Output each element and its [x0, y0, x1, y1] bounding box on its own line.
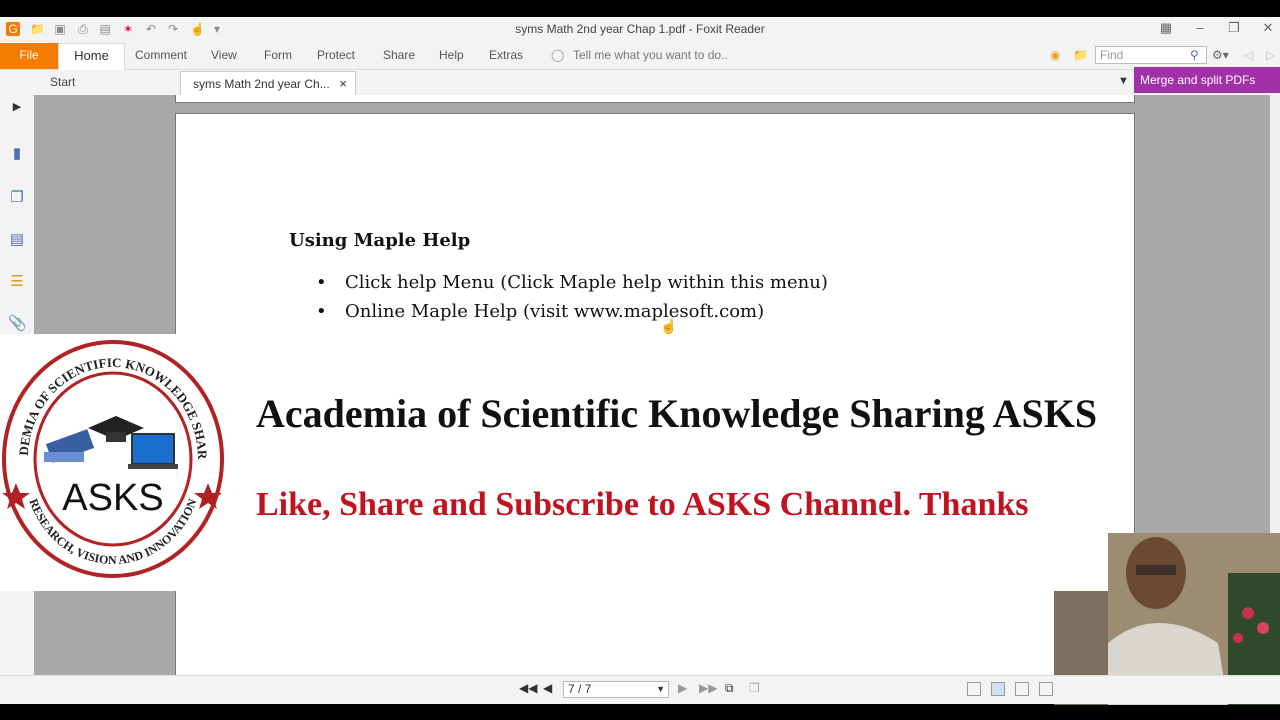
layout-icon[interactable]: ▦: [1157, 20, 1175, 36]
facing-view-icon[interactable]: [1015, 682, 1029, 696]
close-button[interactable]: ✕: [1259, 20, 1277, 36]
window-title: syms Math 2nd year Chap 1.pdf - Foxit Re…: [515, 22, 765, 36]
forward-arrow-icon[interactable]: ▷: [1266, 48, 1275, 62]
tab-home[interactable]: Home: [58, 43, 125, 70]
pages-icon[interactable]: ❐: [8, 189, 26, 207]
banner-subtitle: Like, Share and Subscribe to ASKS Channe…: [256, 486, 1029, 523]
last-page-icon[interactable]: ▶▶: [699, 681, 717, 695]
page-indicator: 7 / 7: [568, 682, 592, 696]
title-bar: G 📁 ▣ ⎙ ▤ ✶ ↶ ↷ ☝ ▾ syms Math 2nd year C…: [0, 17, 1280, 43]
tell-me-search[interactable]: Tell me what you want to do..: [573, 48, 728, 62]
comments-icon[interactable]: ☰: [8, 273, 26, 291]
lightbulb-icon: ◯: [551, 48, 565, 62]
list-item: Online Maple Help (visit www.maplesoft.c…: [316, 297, 828, 326]
bullet-list: Click help Menu (Click Maple help within…: [316, 268, 828, 326]
tab-share[interactable]: Share: [383, 48, 415, 62]
tab-help[interactable]: Help: [439, 48, 464, 62]
single-page-view-icon[interactable]: [967, 682, 981, 696]
tab-form[interactable]: Form: [264, 48, 292, 62]
page-number-input[interactable]: 7 / 7 ▼: [563, 681, 669, 698]
ribbon-tabs: File Home Comment View Form Protect Shar…: [0, 43, 1280, 70]
tab-list-chevron-icon[interactable]: ▼: [1118, 75, 1129, 87]
document-tabs: Start syms Math 2nd year Ch... × ▼: [0, 70, 1280, 95]
status-bar: ◀◀ ◀ 7 / 7 ▼ ▶ ▶▶ ⧉ ❐: [0, 675, 1280, 704]
next-page-icon[interactable]: ▶: [678, 681, 687, 695]
restore-button[interactable]: ❐: [1225, 20, 1243, 36]
continuous-facing-view-icon[interactable]: [1039, 682, 1053, 696]
minimize-button[interactable]: –: [1191, 20, 1209, 35]
bookmark-icon[interactable]: ▮: [8, 145, 26, 163]
heart-icon[interactable]: ◉: [1050, 48, 1060, 62]
gear-icon[interactable]: ⚙▾: [1212, 48, 1229, 62]
previous-page-icon[interactable]: ◀: [543, 681, 552, 695]
layers-icon[interactable]: ▤: [8, 231, 26, 249]
previous-page-bottom: [175, 95, 1135, 103]
logo-text: ASKS: [62, 477, 163, 519]
tab-extras[interactable]: Extras: [489, 48, 523, 62]
attachment-icon[interactable]: 📎: [8, 315, 27, 333]
tab-view[interactable]: View: [211, 48, 237, 62]
tab-protect[interactable]: Protect: [317, 48, 355, 62]
page-heading: Using Maple Help: [289, 230, 471, 251]
asks-logo: ACADEMIA OF SCIENTIFIC KNOWLEDGE SHARING…: [2, 340, 224, 578]
expand-panel-icon[interactable]: ▶: [8, 98, 26, 116]
tab-comment[interactable]: Comment: [135, 48, 187, 62]
document-tab-label: syms Math 2nd year Ch...: [193, 77, 330, 91]
first-page-icon[interactable]: ◀◀: [519, 681, 537, 695]
back-arrow-icon[interactable]: ◁: [1244, 48, 1253, 62]
continuous-view-icon[interactable]: [991, 682, 1005, 696]
banner-title: Academia of Scientific Knowledge Sharing…: [256, 391, 1098, 436]
rotate-icon[interactable]: ⧉: [725, 681, 734, 696]
page-dropdown-chevron-icon[interactable]: ▼: [656, 682, 665, 697]
hand-cursor-icon: ☝: [660, 318, 678, 334]
channel-banner: ACADEMIA OF SCIENTIFIC KNOWLEDGE SHARING…: [0, 334, 1108, 591]
tab-start[interactable]: Start: [40, 70, 180, 95]
tab-file[interactable]: File: [0, 43, 58, 69]
merge-split-button[interactable]: Merge and split PDFs: [1134, 67, 1280, 93]
list-item: Click help Menu (Click Maple help within…: [316, 268, 828, 297]
close-tab-icon[interactable]: ×: [339, 72, 347, 96]
tab-document[interactable]: syms Math 2nd year Ch... ×: [180, 71, 356, 95]
search-icon[interactable]: ⚲: [1190, 48, 1199, 62]
folder-search-icon[interactable]: 📁: [1073, 48, 1088, 62]
reflow-icon[interactable]: ❐: [749, 681, 760, 695]
